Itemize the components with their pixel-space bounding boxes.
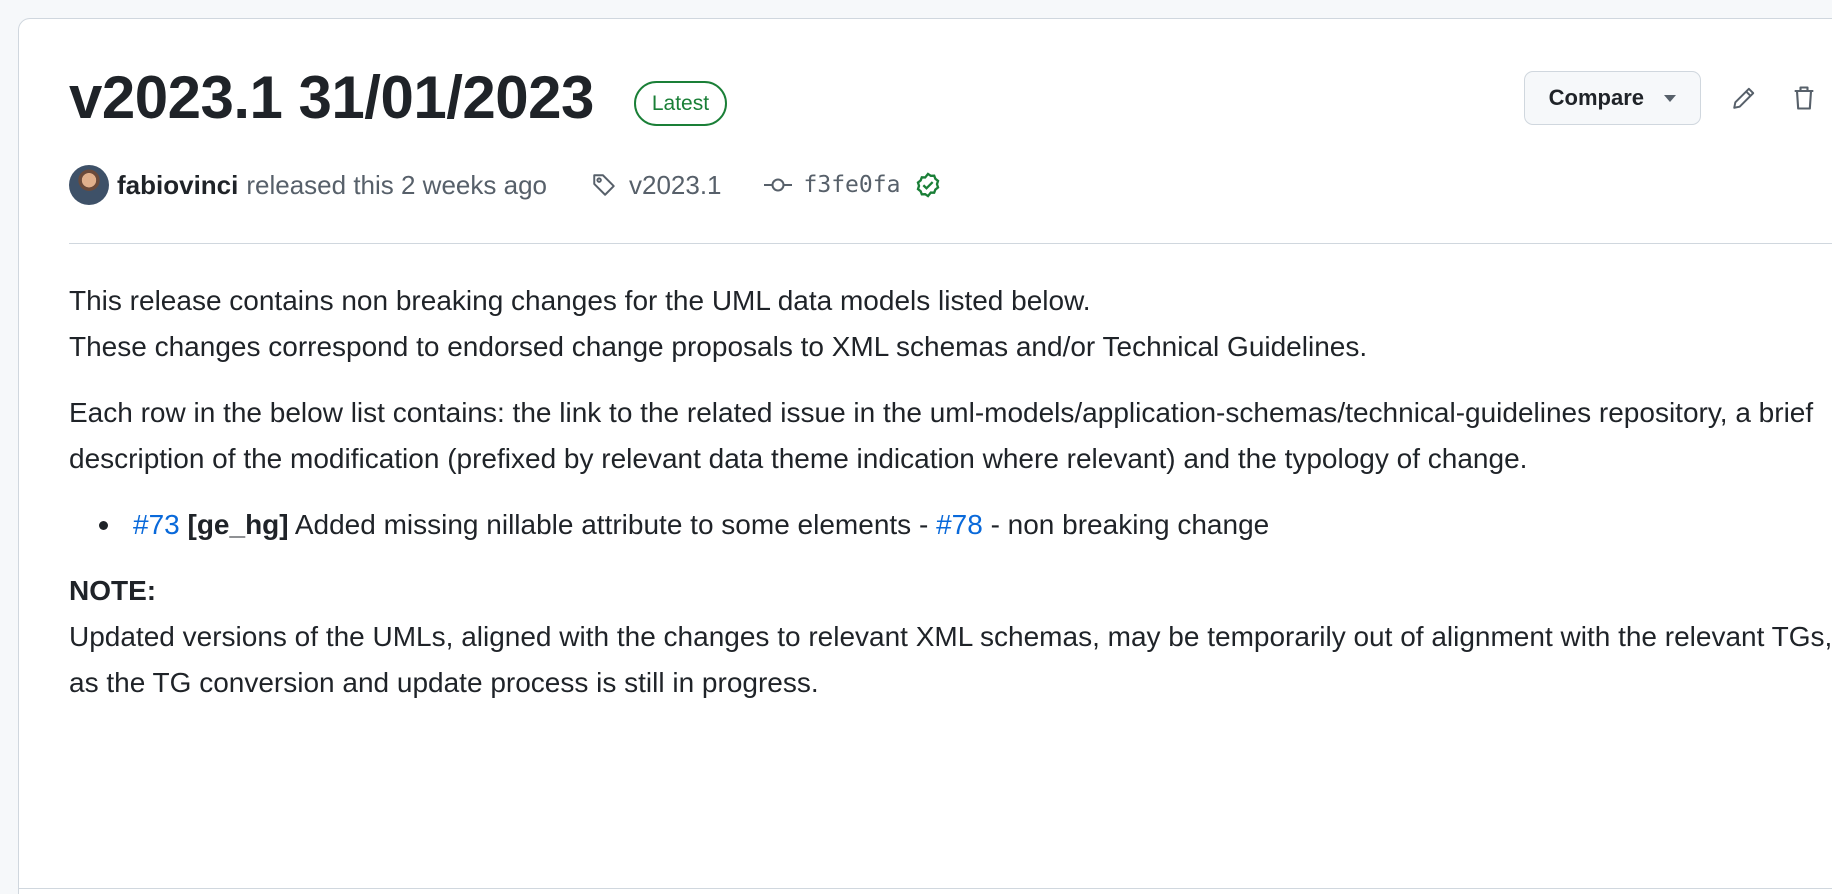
delete-button[interactable] [1787, 78, 1821, 118]
list-item: #73 [ge_hg] Added missing nillable attri… [99, 502, 1832, 548]
tag-label: v2023.1 [628, 169, 722, 200]
card-separator [18, 888, 1832, 889]
edit-button[interactable] [1727, 78, 1761, 118]
page: v2023.1 31/01/2023 Latest Compare fabiov… [0, 0, 1832, 894]
note-text: Updated versions of the UMLs, aligned wi… [69, 621, 1832, 698]
intro-line-2: These changes correspond to endorsed cha… [69, 331, 1368, 362]
tag-icon [593, 174, 615, 196]
check-circle-icon [917, 172, 940, 198]
avatar[interactable] [69, 165, 109, 205]
pr-link[interactable]: #78 [936, 509, 983, 540]
pencil-icon [1733, 87, 1755, 109]
compare-button[interactable]: Compare [1523, 71, 1701, 125]
release-notes: This release contains non breaking chang… [69, 278, 1832, 706]
compare-label: Compare [1548, 85, 1644, 110]
release-title[interactable]: v2023.1 31/01/2023 [69, 68, 594, 128]
issue-link[interactable]: #73 [133, 509, 180, 540]
divider [69, 243, 1832, 244]
description-paragraph: Each row in the below list contains: the… [69, 397, 1814, 474]
author-link[interactable]: fabiovinci [117, 170, 238, 201]
trash-icon [1794, 86, 1814, 110]
verified-badge[interactable] [914, 171, 942, 199]
intro-line-1: This release contains non breaking chang… [69, 285, 1091, 316]
change-description: Added missing nillable attribute to some… [294, 509, 929, 540]
release-actions: Compare [1523, 71, 1821, 125]
theme-label: [ge_hg] [187, 509, 289, 540]
caret-down-icon [1664, 94, 1676, 102]
commit-link[interactable]: f3fe0fa [763, 172, 901, 198]
note-section: NOTE: Updated versions of the UMLs, alig… [69, 568, 1832, 706]
released-text: released this 2 weeks ago [246, 169, 547, 200]
change-type: - non breaking change [990, 509, 1270, 540]
note-title: NOTE: [69, 575, 157, 606]
commit-sha: f3fe0fa [803, 172, 901, 198]
release-content: v2023.1 31/01/2023 Latest Compare fabiov… [69, 59, 1832, 706]
change-list: #73 [ge_hg] Added missing nillable attri… [69, 502, 1832, 548]
intro-paragraph: This release contains non breaking chang… [69, 278, 1832, 370]
git-commit-icon [763, 178, 792, 192]
tag-link[interactable]: v2023.1 [591, 170, 722, 201]
release-card: v2023.1 31/01/2023 Latest Compare fabiov… [18, 18, 1832, 894]
release-meta: fabiovinci released this 2 weeks ago v20… [69, 163, 1821, 207]
latest-badge: Latest [633, 80, 728, 126]
